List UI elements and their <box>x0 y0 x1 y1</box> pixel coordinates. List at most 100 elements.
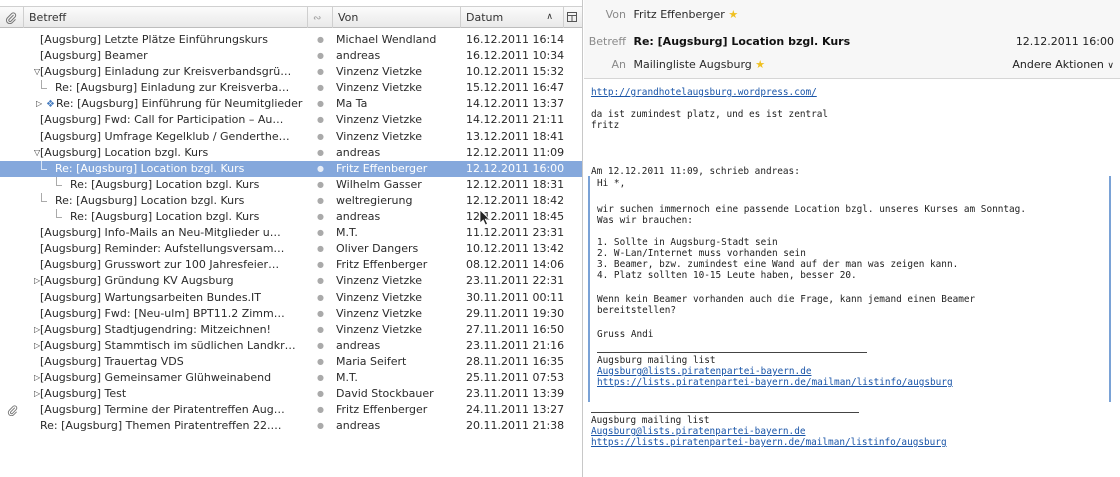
read-status-dot-icon[interactable]: ● <box>308 257 333 273</box>
subject-cell: [Augsburg] Fwd: Call for Participation –… <box>24 112 308 128</box>
read-status-dot-icon[interactable]: ● <box>308 177 333 193</box>
read-status-dot-icon[interactable]: ● <box>308 306 333 322</box>
read-status-dot-icon[interactable]: ● <box>308 273 333 289</box>
signature-divider <box>597 352 867 353</box>
message-sender: Fritz Effenberger <box>336 403 428 417</box>
column-header-bar: Betreff ∾ Von Datum ∧ <box>0 6 582 28</box>
message-row[interactable]: ▽ [Augsburg] Einladung zur Kreisverbandsg… <box>0 64 582 80</box>
read-status-dot-icon[interactable]: ● <box>308 145 333 161</box>
message-row[interactable]: Re: [Augsburg] Location bzgl. Kurs ● Fritz… <box>0 160 582 177</box>
message-row[interactable]: Re: [Augsburg] Einladung zur Kreisverba…… <box>0 80 582 96</box>
subject-column-header[interactable]: Betreff <box>24 7 308 28</box>
message-date: 12.12.2011 18:31 <box>466 177 565 191</box>
read-status-dot-icon[interactable]: ● <box>308 290 333 306</box>
attachment-cell <box>0 225 24 241</box>
message-row[interactable]: ▷ [Augsburg] Test ● David Stockbauer 23.11.2… <box>0 386 582 402</box>
read-status-dot-icon[interactable]: ● <box>308 32 333 48</box>
message-row[interactable]: [Augsburg] Info-Mails an Neu-Mitglieder … <box>0 225 582 241</box>
read-status-dot-icon[interactable]: ● <box>308 370 333 386</box>
quote-signature-url-link[interactable]: https://lists.piratenpartei-bayern.de/ma… <box>597 377 953 388</box>
message-row[interactable]: ▷ [Augsburg] Stammtisch im südlichen Land… <box>0 338 582 354</box>
message-row[interactable]: ▷ [Augsburg] Gemeinsamer Glühweinabend ● M.… <box>0 370 582 386</box>
star-icon[interactable]: ★ <box>728 8 738 21</box>
read-status-dot-icon[interactable]: ● <box>308 48 333 64</box>
message-subject: [Augsburg] Beamer <box>40 49 148 63</box>
read-status-dot-icon[interactable]: ● <box>308 112 333 128</box>
message-subject: [Augsburg] Stammtisch im südlichen Landk… <box>40 338 296 352</box>
message-subject: Re: [Augsburg] Location bzgl. Kurs <box>55 193 245 207</box>
read-status-dot-icon[interactable]: ● <box>308 209 333 225</box>
message-subject: [Augsburg] Location bzgl. Kurs <box>40 145 209 159</box>
message-date: 14.12.2011 21:11 <box>466 113 565 127</box>
message-row[interactable]: [Augsburg] Termine der Piratentreffen Au… <box>0 402 582 418</box>
message-sender: andreas <box>336 145 381 159</box>
column-picker-button[interactable] <box>564 7 582 28</box>
message-date: 10.12.2011 15:32 <box>466 65 565 79</box>
message-subject: [Augsburg] Test <box>40 387 127 401</box>
from-value[interactable]: Fritz Effenberger <box>634 8 725 21</box>
sort-ascending-icon: ∧ <box>546 12 553 22</box>
message-subject: Re: [Augsburg] Themen Piratentreffen 22.… <box>40 419 282 433</box>
message-row[interactable]: ▽ [Augsburg] Location bzgl. Kurs ● andreas 1… <box>0 145 582 161</box>
message-date: 23.11.2011 22:31 <box>466 274 565 288</box>
signature-divider <box>591 412 859 413</box>
read-status-dot-icon[interactable]: ● <box>308 64 333 80</box>
message-row[interactable]: [Augsburg] Fwd: Call for Participation –… <box>0 112 582 128</box>
subject-cell: ▷ [Augsburg] Gemeinsamer Glühweinabend <box>24 370 308 386</box>
subject-cell: [Augsburg] Info-Mails an Neu-Mitglieder … <box>24 225 308 241</box>
message-row[interactable]: [Augsburg] Umfrage Kegelklub / Genderthe… <box>0 129 582 145</box>
attachment-column-header[interactable] <box>0 7 24 28</box>
message-subject: [Augsburg] Termine der Piratentreffen Au… <box>40 403 285 417</box>
message-sender: Fritz Effenberger <box>336 258 428 272</box>
read-status-dot-icon[interactable]: ● <box>308 354 333 370</box>
attachment-cell <box>0 80 24 96</box>
attachment-cell <box>0 418 24 434</box>
read-status-dot-icon[interactable]: ● <box>308 322 333 338</box>
message-sender: andreas <box>336 338 381 352</box>
message-row[interactable]: ▷ ❖Re: [Augsburg] Einführung für Neumitgl… <box>0 96 582 112</box>
read-status-dot-icon[interactable]: ● <box>308 386 333 402</box>
thread-collapsed-icon[interactable]: ▷ <box>36 96 42 112</box>
read-status-dot-icon[interactable]: ● <box>308 402 333 418</box>
attachment-cell <box>0 193 24 209</box>
read-status-dot-icon[interactable]: ● <box>308 129 333 145</box>
message-row[interactable]: Re: [Augsburg] Location bzgl. Kurs ● weltr… <box>0 192 582 209</box>
read-status-dot-icon[interactable]: ● <box>308 241 333 257</box>
read-status-dot-icon[interactable]: ● <box>308 418 333 434</box>
message-row[interactable]: [Augsburg] Wartungsarbeiten Bundes.IT ● Vi… <box>0 290 582 306</box>
message-row[interactable]: [Augsburg] Fwd: [Neu-ulm] BPT11.2 Zimm… ●… <box>0 306 582 322</box>
other-actions-button[interactable]: Andere Aktionen ∨ <box>1012 56 1114 74</box>
attachment-cell <box>0 257 24 273</box>
read-status-dot-icon[interactable]: ● <box>308 193 333 209</box>
message-row[interactable]: Re: [Augsburg] Location bzgl. Kurs ● Wilhe… <box>0 176 582 193</box>
to-value[interactable]: Mailingliste Augsburg <box>634 58 752 71</box>
thread-column-header[interactable]: ∾ <box>308 7 333 28</box>
message-date: 15.12.2011 16:47 <box>466 81 565 95</box>
read-status-dot-icon[interactable]: ● <box>308 338 333 354</box>
read-status-dot-icon[interactable]: ● <box>308 80 333 96</box>
star-icon[interactable]: ★ <box>755 58 765 71</box>
message-row[interactable]: [Augsburg] Letzte Plätze Einführungskurs… <box>0 32 582 48</box>
read-status-dot-icon[interactable]: ● <box>308 161 333 177</box>
message-row[interactable]: ▷ [Augsburg] Gründung KV Augsburg ● Vinzenz… <box>0 273 582 289</box>
new-message-icon: ❖ <box>46 99 55 111</box>
quote-line: Wenn kein Beamer vorhanden auch die Frag… <box>597 294 976 305</box>
message-row[interactable]: ▷ [Augsburg] Stadtjugendring: Mitzeichnen… <box>0 322 582 338</box>
message-sender: weltregierung <box>336 193 413 207</box>
message-row[interactable]: [Augsburg] Reminder: Aufstellungsversam…… <box>0 241 582 257</box>
to-header-row: An Mailingliste Augsburg ★ <box>584 56 766 74</box>
message-row[interactable]: [Augsburg] Trauertag VDS ● Maria Seifert 28… <box>0 354 582 370</box>
from-column-header[interactable]: Von <box>333 7 461 28</box>
read-status-dot-icon[interactable]: ● <box>308 96 333 112</box>
read-status-dot-icon[interactable]: ● <box>308 225 333 241</box>
message-row[interactable]: [Augsburg] Grusswort zur 100 Jahresfeier… <box>0 257 582 273</box>
message-row[interactable]: Re: [Augsburg] Themen Piratentreffen 22.… <box>0 418 582 434</box>
date-column-header[interactable]: Datum ∧ <box>461 7 564 28</box>
message-row[interactable]: [Augsburg] Beamer ● andreas 16.12.2011 10:3… <box>0 48 582 64</box>
quote-signature-email-link[interactable]: Augsburg@lists.piratenpartei-bayern.de <box>597 366 811 377</box>
message-row[interactable]: Re: [Augsburg] Location bzgl. Kurs ● andre… <box>0 209 582 225</box>
to-label: An <box>611 58 627 71</box>
signature-url-link[interactable]: https://lists.piratenpartei-bayern.de/ma… <box>591 437 947 448</box>
body-link-wordpress[interactable]: http://grandhotelaugsburg.wordpress.com/ <box>591 87 817 98</box>
signature-email-link[interactable]: Augsburg@lists.piratenpartei-bayern.de <box>591 426 805 437</box>
